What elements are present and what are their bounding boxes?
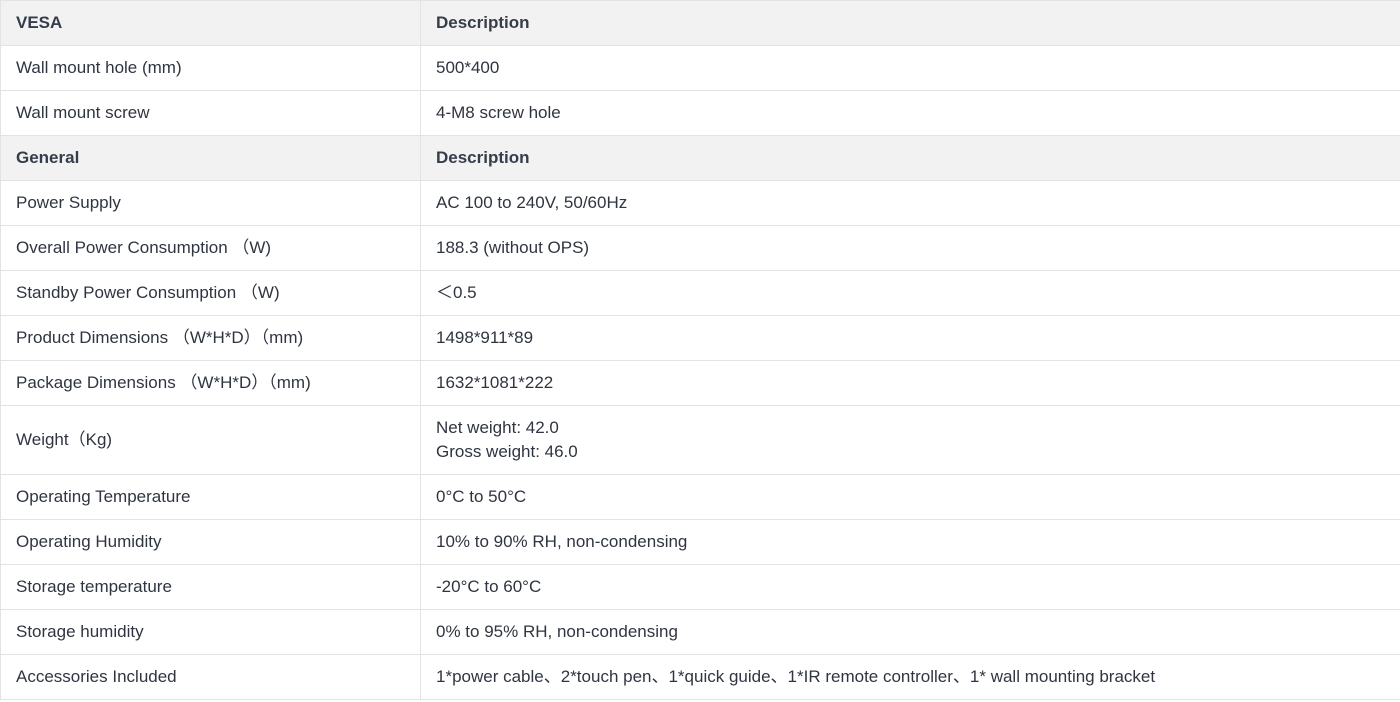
header-cell-description: Description: [420, 0, 1400, 46]
spec-label: Storage humidity: [0, 609, 421, 655]
spec-value: ＜0.5: [420, 270, 1400, 316]
spec-value: 0°C to 50°C: [420, 474, 1400, 520]
table-row: Wall mount hole (mm) 500*400: [0, 45, 1400, 91]
spec-value: 188.3 (without OPS): [420, 225, 1400, 271]
table-row: Overall Power Consumption （W) 188.3 (wit…: [0, 225, 1400, 271]
table-row: Standby Power Consumption （W) ＜0.5: [0, 270, 1400, 316]
spec-label: Accessories Included: [0, 654, 421, 700]
spec-value-line: Net weight: 42.0: [436, 418, 559, 437]
spec-value: 10% to 90% RH, non-condensing: [420, 519, 1400, 565]
table-row: Power Supply AC 100 to 240V, 50/60Hz: [0, 180, 1400, 226]
table-row: Operating Temperature 0°C to 50°C: [0, 474, 1400, 520]
spec-value-line: Gross weight: 46.0: [436, 442, 578, 461]
spec-value: 500*400: [420, 45, 1400, 91]
table-row: Weight（Kg) Net weight: 42.0 Gross weight…: [0, 405, 1400, 475]
spec-label: Wall mount screw: [0, 90, 421, 136]
spec-label: Package Dimensions （W*H*D）（mm): [0, 360, 421, 406]
table-row: Wall mount screw 4-M8 screw hole: [0, 90, 1400, 136]
spec-label: Storage temperature: [0, 564, 421, 610]
spec-label: Overall Power Consumption （W): [0, 225, 421, 271]
spec-value: 1632*1081*222: [420, 360, 1400, 406]
table-row: Accessories Included 1*power cable、2*tou…: [0, 654, 1400, 700]
table-row: Storage humidity 0% to 95% RH, non-conde…: [0, 609, 1400, 655]
spec-label: Weight（Kg): [0, 405, 421, 475]
spec-value: -20°C to 60°C: [420, 564, 1400, 610]
table-header-row: VESA Description: [0, 0, 1400, 46]
header-cell-vesa: VESA: [0, 0, 421, 46]
table-row: Operating Humidity 10% to 90% RH, non-co…: [0, 519, 1400, 565]
table-row: Storage temperature -20°C to 60°C: [0, 564, 1400, 610]
spec-label: Standby Power Consumption （W): [0, 270, 421, 316]
spec-value: 4-M8 screw hole: [420, 90, 1400, 136]
header-cell-description: Description: [420, 135, 1400, 181]
spec-label: Operating Temperature: [0, 474, 421, 520]
spec-label: Wall mount hole (mm): [0, 45, 421, 91]
table-row: Package Dimensions （W*H*D）（mm) 1632*1081…: [0, 360, 1400, 406]
spec-value: Net weight: 42.0 Gross weight: 46.0: [420, 405, 1400, 475]
spec-label: Product Dimensions （W*H*D）（mm): [0, 315, 421, 361]
spec-value: 1498*911*89: [420, 315, 1400, 361]
spec-label: Power Supply: [0, 180, 421, 226]
header-cell-general: General: [0, 135, 421, 181]
spec-value: 1*power cable、2*touch pen、1*quick guide、…: [420, 654, 1400, 700]
spec-table: VESA Description Wall mount hole (mm) 50…: [0, 0, 1400, 700]
spec-value: AC 100 to 240V, 50/60Hz: [420, 180, 1400, 226]
spec-value: 0% to 95% RH, non-condensing: [420, 609, 1400, 655]
table-row: Product Dimensions （W*H*D）（mm) 1498*911*…: [0, 315, 1400, 361]
table-header-row: General Description: [0, 135, 1400, 181]
spec-label: Operating Humidity: [0, 519, 421, 565]
